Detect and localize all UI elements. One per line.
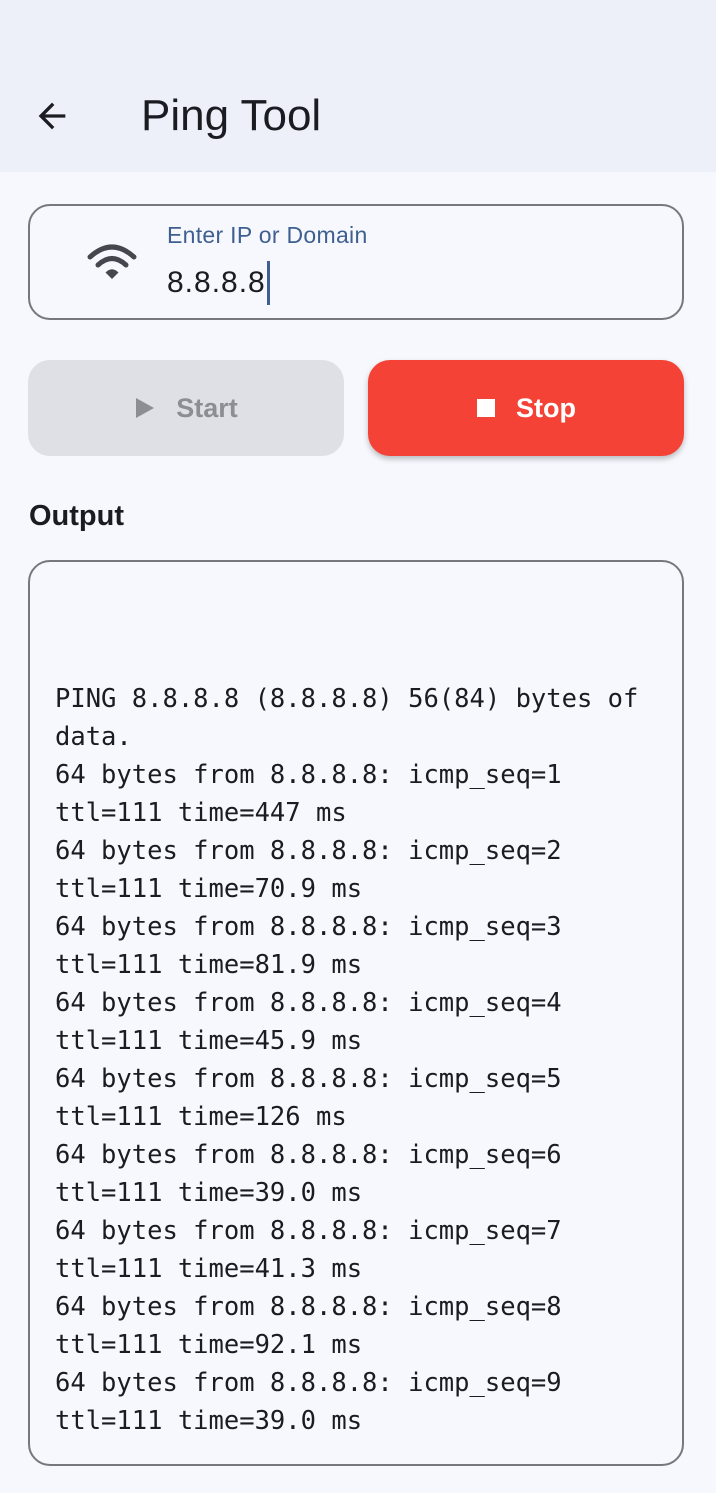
play-icon: [136, 398, 155, 418]
stop-button[interactable]: Stop: [368, 360, 684, 456]
text-caret: [266, 261, 270, 305]
page-title: Ping Tool: [141, 91, 322, 140]
output-log: PING 8.8.8.8 (8.8.8.8) 56(84) bytes of d…: [55, 680, 655, 1440]
app-bar: Ping Tool: [0, 0, 716, 172]
output-line: 64 bytes from 8.8.8.8: icmp_seq=8 ttl=11…: [55, 1292, 577, 1360]
output-line: 64 bytes from 8.8.8.8: icmp_seq=7 ttl=11…: [55, 1216, 577, 1284]
output-panel[interactable]: PING 8.8.8.8 (8.8.8.8) 56(84) bytes of d…: [28, 560, 684, 1466]
input-value-wrap[interactable]: 8.8.8.8: [167, 260, 270, 306]
output-line: PING 8.8.8.8 (8.8.8.8) 56(84) bytes of d…: [55, 684, 654, 752]
output-line: 64 bytes from 8.8.8.8: icmp_seq=9 ttl=11…: [55, 1368, 577, 1436]
back-button[interactable]: [22, 86, 82, 146]
output-line: 64 bytes from 8.8.8.8: icmp_seq=3 ttl=11…: [55, 912, 577, 980]
input-label: Enter IP or Domain: [167, 222, 368, 248]
output-line: 64 bytes from 8.8.8.8: icmp_seq=2 ttl=11…: [55, 836, 577, 904]
wifi-icon: [87, 244, 137, 279]
output-line: 64 bytes from 8.8.8.8: icmp_seq=4 ttl=11…: [55, 988, 577, 1056]
start-button[interactable]: Start: [28, 360, 344, 456]
stop-icon: [477, 399, 495, 417]
target-input-field[interactable]: Enter IP or Domain 8.8.8.8: [28, 204, 684, 320]
arrow-left-icon: [38, 102, 66, 130]
output-heading: Output: [29, 500, 125, 532]
output-line: 64 bytes from 8.8.8.8: icmp_seq=5 ttl=11…: [55, 1064, 577, 1132]
start-button-label: Start: [176, 392, 238, 423]
output-line: 64 bytes from 8.8.8.8: icmp_seq=1 ttl=11…: [55, 760, 577, 828]
output-line: 64 bytes from 8.8.8.8: icmp_seq=6 ttl=11…: [55, 1140, 577, 1208]
input-value[interactable]: 8.8.8.8: [167, 260, 266, 306]
stop-button-label: Stop: [516, 392, 576, 423]
